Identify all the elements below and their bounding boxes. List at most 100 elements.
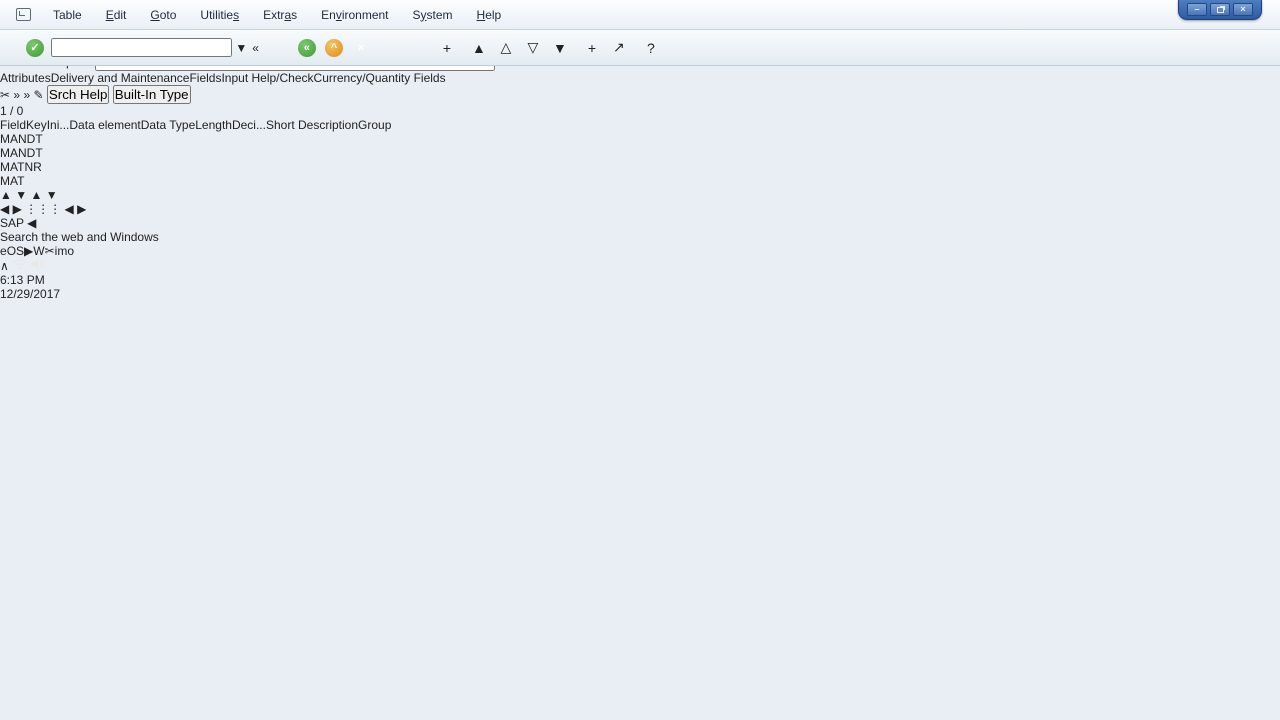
taskbar-search-box[interactable]: Search the web and Windows	[0, 230, 1280, 244]
last-page-icon[interactable]: ▼	[549, 37, 571, 59]
clock-time: 6:13 PM	[0, 273, 1280, 287]
row-position-indicator: 1 / 0	[0, 104, 23, 118]
scroll-up-icon[interactable]: ▲	[0, 188, 12, 202]
column-header-ini-[interactable]: Ini...	[47, 118, 70, 132]
srch-help-button[interactable]: Srch Help	[47, 85, 110, 104]
field-cell[interactable]: MANDT	[0, 132, 105, 146]
scroll-right-end-icon[interactable]: ▶	[77, 202, 86, 216]
tab-strip: AttributesDelivery and MaintenanceFields…	[0, 71, 1280, 85]
volume-icon[interactable]	[30, 258, 45, 270]
restore-button[interactable]	[1210, 3, 1230, 16]
standard-toolbar: ✓ ▼ « « ^ × + ▲ △ ▽ ▼ + ↗ ?	[0, 30, 1280, 66]
table-body: MANDTMANDTMATNRMAT	[0, 132, 1280, 188]
taskbar-app-edge[interactable]: e	[0, 244, 7, 258]
system-menu-icon[interactable]	[16, 8, 31, 21]
taskbar-app-snipping-tool[interactable]: ✂	[45, 244, 55, 258]
column-header-data-element[interactable]: Data element	[69, 118, 140, 132]
horizontal-scroll-thumb[interactable]: ⋮⋮⋮	[25, 202, 61, 216]
scroll-left-end-icon[interactable]: ◀	[65, 202, 74, 216]
column-header-short-description[interactable]: Short Description	[266, 118, 358, 132]
find-icon[interactable]	[409, 37, 431, 59]
scroll-left-icon[interactable]: ◀	[0, 202, 9, 216]
status-collapse-icon[interactable]: ◀	[27, 216, 36, 230]
enter-icon[interactable]: ✓	[24, 37, 46, 59]
save-icon[interactable]	[264, 37, 286, 59]
taskbar-apps: eOS▶W✂imo	[0, 244, 1280, 258]
up-icon[interactable]: ^	[323, 37, 345, 59]
new-session-icon[interactable]: +	[581, 37, 603, 59]
taskbar-app-skype[interactable]: S	[16, 244, 24, 258]
minimize-button[interactable]: –	[1187, 3, 1207, 16]
horizontal-scrollbar[interactable]: ◀ ▶ ⋮⋮⋮ ◀ ▶	[0, 202, 1280, 216]
data-element-edit-field[interactable]: MAT	[0, 174, 24, 188]
data-element-cell[interactable]: MANDT	[0, 146, 111, 160]
column-header-field[interactable]: Field	[0, 118, 26, 132]
help-icon[interactable]: ?	[640, 37, 662, 59]
menu-table[interactable]: Table	[53, 8, 82, 22]
first-page-icon[interactable]: ▲	[468, 37, 490, 59]
table-header-row: FieldKeyIni...Data elementData TypeLengt…	[0, 118, 1280, 132]
field-cell[interactable]: MATNR	[0, 160, 105, 174]
deselect-all-icon[interactable]: »	[23, 88, 30, 102]
tab-currency-quantity-fields[interactable]: Currency/Quantity Fields	[314, 71, 446, 85]
data-element-cell[interactable]: MAT	[0, 174, 111, 188]
print-icon[interactable]	[382, 37, 404, 59]
tab-input-help-check[interactable]: Input Help/Check	[221, 71, 313, 85]
taskbar-app-outlook[interactable]: O	[7, 244, 16, 258]
tab-attributes[interactable]: Attributes	[0, 71, 51, 85]
menu-edit[interactable]: Edit	[106, 8, 127, 22]
taskbar-clock[interactable]: 6:13 PM 12/29/2017	[0, 273, 1280, 301]
back-icon[interactable]: «	[296, 37, 318, 59]
taskbar-app-imo[interactable]: imo	[55, 244, 74, 258]
table-row: MANDTMANDT	[0, 132, 1280, 160]
tab-fields[interactable]: Fields	[189, 71, 221, 85]
create-shortcut-icon[interactable]: ↗	[608, 37, 630, 59]
menu-extras[interactable]: Extras	[263, 8, 297, 22]
edge-icon: e	[0, 244, 7, 258]
scroll-right-icon[interactable]: ▶	[13, 202, 22, 216]
find-next-icon[interactable]: +	[436, 37, 458, 59]
customize-layout-icon[interactable]	[667, 37, 689, 59]
column-header-group[interactable]: Group	[358, 118, 391, 132]
built-in-type-button[interactable]: Built-In Type	[113, 85, 191, 104]
command-dropdown-icon[interactable]: ▼	[235, 41, 247, 55]
cut-icon[interactable]: ✂	[0, 88, 10, 102]
taskbar: Search the web and Windows eOS▶W✂imo ∧ 6…	[0, 230, 1280, 301]
next-page-icon[interactable]: ▽	[522, 37, 544, 59]
maintain-icon[interactable]: ✎	[33, 88, 43, 102]
tab-delivery-and-maintenance[interactable]: Delivery and Maintenance	[51, 71, 190, 85]
column-header-length[interactable]: Length	[195, 118, 232, 132]
close-button[interactable]: ×	[1233, 3, 1253, 16]
scroll-up-bottom-icon[interactable]: ▲	[30, 188, 42, 202]
system-tray: ∧	[0, 258, 1280, 273]
taskbar-app-video-app[interactable]: ▶	[24, 244, 33, 258]
wifi-icon[interactable]	[12, 259, 27, 270]
collapse-icon[interactable]: «	[252, 41, 259, 55]
previous-page-icon[interactable]: △	[495, 37, 517, 59]
column-header-deci-[interactable]: Deci...	[232, 118, 266, 132]
table-row: MATNRMAT	[0, 160, 1280, 188]
column-header-key[interactable]: Key	[26, 118, 47, 132]
window-controls: – ×	[1178, 0, 1262, 20]
menu-utilities[interactable]: Utilities	[200, 8, 239, 22]
scroll-down-icon[interactable]: ▼	[15, 188, 27, 202]
sap-logo: SAP	[0, 216, 24, 230]
sap-gui-window: Table Edit Goto Utilities Extras Environment S…	[0, 0, 1280, 720]
select-all-icon[interactable]: »	[13, 88, 20, 102]
fields-tab-panel: ✂ » » ✎ Srch Help Built-In Type 1 / 0 Fi…	[0, 85, 1280, 216]
menu-goto[interactable]: Goto	[150, 8, 176, 22]
taskbar-app-word[interactable]: W	[33, 244, 44, 258]
command-input[interactable]	[51, 38, 232, 57]
hidden-icons-caret[interactable]: ∧	[0, 259, 9, 273]
column-header-data-type[interactable]: Data Type	[141, 118, 195, 132]
clock-date: 12/29/2017	[0, 287, 1280, 301]
vertical-scrollbar[interactable]: ▲ ▼ ▲ ▼	[0, 188, 1280, 202]
menu-bar-items: Table Edit Goto Utilities Extras Environment S…	[45, 8, 501, 22]
menu-environment[interactable]: Environment	[321, 8, 388, 22]
menu-system[interactable]: System	[413, 8, 453, 22]
menu-help[interactable]: Help	[477, 8, 502, 22]
outlook-icon: O	[7, 244, 16, 258]
exit-icon[interactable]: ×	[350, 37, 372, 59]
status-bar: SAP ◀	[0, 216, 1280, 230]
scroll-down-bottom-icon[interactable]: ▼	[46, 188, 58, 202]
